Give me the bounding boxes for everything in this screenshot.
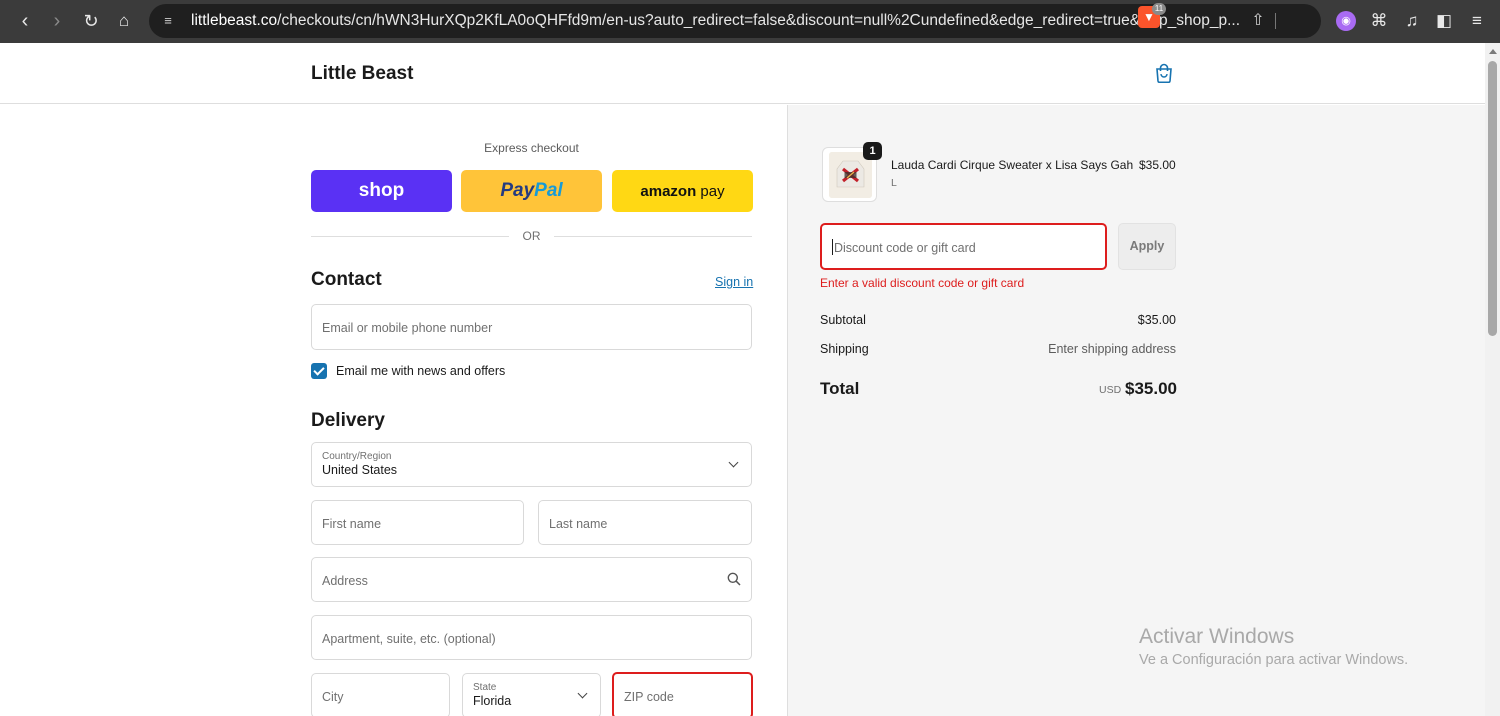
shipping-row: Shipping Enter shipping address bbox=[820, 342, 1176, 356]
country-select[interactable]: Country/Region United States bbox=[311, 442, 752, 487]
product-variant: L bbox=[891, 177, 897, 189]
discount-error-message: Enter a valid discount code or gift card bbox=[820, 276, 1025, 290]
shop-pay-logo: shop bbox=[358, 180, 405, 201]
home-icon[interactable]: ⌂ bbox=[111, 9, 137, 33]
scroll-up-arrow-icon[interactable] bbox=[1489, 49, 1497, 54]
url-text[interactable]: littlebeast.co/checkouts/cn/hWN3HurXQp2K… bbox=[191, 12, 1241, 30]
subtotal-row: Subtotal $35.00 bbox=[820, 313, 1176, 327]
country-value: United States bbox=[322, 463, 398, 477]
address-field[interactable]: Address bbox=[311, 557, 752, 602]
express-checkout-label: Express checkout bbox=[484, 141, 579, 155]
last-name-placeholder: Last name bbox=[549, 517, 608, 531]
email-placeholder: Email or mobile phone number bbox=[322, 321, 493, 335]
search-icon[interactable] bbox=[727, 572, 741, 586]
sidebar-icon[interactable]: ◧ bbox=[1432, 9, 1456, 33]
discount-placeholder: Discount code or gift card bbox=[834, 241, 976, 255]
quantity-badge: 1 bbox=[863, 142, 882, 160]
email-field[interactable]: Email or mobile phone number bbox=[311, 304, 752, 350]
menu-icon[interactable]: ≡ bbox=[1465, 9, 1489, 33]
divider-line bbox=[554, 236, 752, 237]
paypal-button[interactable]: Pay Pal bbox=[461, 170, 602, 212]
leo-icon[interactable]: ◉ bbox=[1336, 11, 1356, 31]
amazon-pay-button[interactable]: amazon pay bbox=[612, 170, 753, 212]
country-label: Country/Region bbox=[322, 451, 392, 462]
site-settings-icon[interactable]: ≡ bbox=[159, 12, 177, 30]
zip-code-field[interactable]: ZIP code bbox=[612, 672, 753, 716]
apartment-placeholder: Apartment, suite, etc. (optional) bbox=[322, 632, 496, 646]
product-price: $35.00 bbox=[1139, 158, 1176, 172]
zip-placeholder: ZIP code bbox=[624, 690, 674, 704]
delivery-title: Delivery bbox=[311, 410, 385, 431]
state-value: Florida bbox=[473, 694, 512, 708]
first-name-placeholder: First name bbox=[322, 517, 382, 531]
divider bbox=[1275, 13, 1276, 29]
state-label: State bbox=[473, 682, 497, 693]
total-value: $35.00 bbox=[1125, 379, 1177, 398]
browser-toolbar: ‹ › ↻ ⌂ ≡ littlebeast.co/checkouts/cn/hW… bbox=[0, 0, 1500, 43]
scrollbar-thumb[interactable] bbox=[1488, 61, 1497, 336]
apply-discount-button[interactable]: Apply bbox=[1118, 223, 1176, 270]
page-scrollbar[interactable] bbox=[1485, 43, 1500, 716]
watermark-subtitle: Ve a Configuración para activar Windows. bbox=[1139, 652, 1409, 668]
paypal-logo-pay: Pay bbox=[500, 180, 535, 201]
state-select[interactable]: State Florida bbox=[462, 673, 601, 716]
shopping-bag-icon[interactable] bbox=[1155, 63, 1173, 83]
text-caret bbox=[832, 239, 833, 255]
checkout-page: Little Beast Express checkout shop Pay Pa… bbox=[0, 43, 1485, 716]
media-icon[interactable]: ♫ bbox=[1400, 9, 1424, 33]
sign-in-link[interactable]: Sign in bbox=[715, 275, 753, 289]
city-field[interactable]: City bbox=[311, 673, 450, 716]
first-name-field[interactable]: First name bbox=[311, 500, 524, 545]
forward-icon[interactable]: › bbox=[44, 9, 70, 33]
news-offers-label[interactable]: Email me with news and offers bbox=[336, 364, 505, 378]
address-placeholder: Address bbox=[322, 574, 368, 588]
windows-activation-watermark: Activar Windows Ve a Configuración para … bbox=[1139, 625, 1408, 668]
discount-code-field[interactable]: Discount code or gift card bbox=[820, 223, 1107, 270]
amazon-pay-label: pay bbox=[696, 182, 725, 200]
checkout-header: Little Beast bbox=[0, 43, 1485, 104]
url-host: littlebeast.co bbox=[191, 12, 278, 29]
apartment-field[interactable]: Apartment, suite, etc. (optional) bbox=[311, 615, 752, 660]
subtotal-value: $35.00 bbox=[1137, 313, 1176, 327]
product-name: Lauda Cardi Cirque Sweater x Lisa Says G… bbox=[891, 158, 1134, 172]
shipping-value: Enter shipping address bbox=[1048, 342, 1176, 356]
total-label: Total bbox=[820, 379, 860, 398]
shipping-label: Shipping bbox=[820, 342, 869, 356]
reload-icon[interactable]: ↻ bbox=[78, 9, 104, 33]
brave-shields-count: 11 bbox=[1152, 3, 1166, 15]
or-divider: OR bbox=[311, 228, 752, 244]
watermark-title: Activar Windows bbox=[1139, 625, 1295, 648]
back-icon[interactable]: ‹ bbox=[12, 9, 38, 33]
store-brand[interactable]: Little Beast bbox=[311, 63, 413, 85]
last-name-field[interactable]: Last name bbox=[538, 500, 752, 545]
paypal-logo-pal: Pal bbox=[534, 180, 563, 201]
url-path: /checkouts/cn/hWN3HurXQp2KfLA0oQHFfd9m/e… bbox=[277, 12, 1241, 29]
city-placeholder: City bbox=[322, 690, 344, 704]
shop-pay-button[interactable]: shop bbox=[311, 170, 452, 212]
total-currency: USD bbox=[1099, 384, 1122, 396]
chevron-down-icon bbox=[728, 457, 739, 468]
subtotal-label: Subtotal bbox=[820, 313, 866, 327]
amazon-logo: amazon bbox=[640, 182, 697, 200]
share-icon[interactable]: ⇧ bbox=[1247, 10, 1269, 32]
contact-title: Contact bbox=[311, 269, 382, 290]
chevron-down-icon bbox=[577, 688, 588, 699]
extensions-icon[interactable]: ⌘ bbox=[1367, 9, 1391, 33]
news-offers-checkbox[interactable] bbox=[311, 363, 327, 379]
